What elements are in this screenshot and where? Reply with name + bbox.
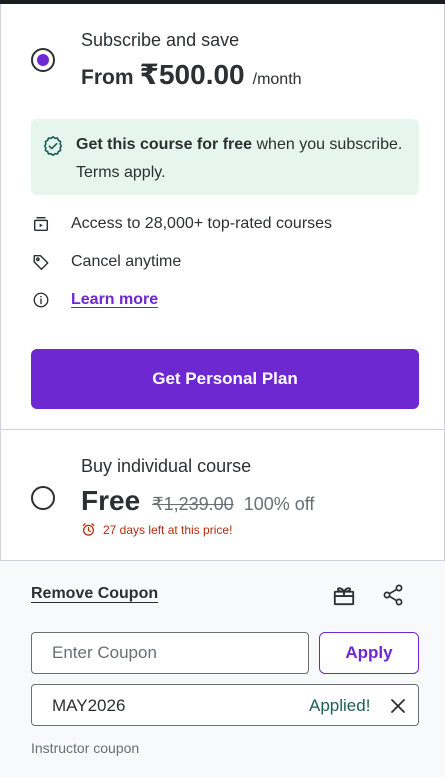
subscription-radio[interactable] bbox=[31, 48, 55, 72]
individual-course-radio[interactable] bbox=[31, 486, 55, 510]
coupon-note: Instructor coupon bbox=[31, 740, 140, 756]
applied-coupon-code: MAY2026 bbox=[52, 696, 126, 715]
free-banner-bold: Get this course for free bbox=[76, 136, 253, 153]
subscription-price: From ₹500.00 /month bbox=[81, 58, 302, 91]
individual-label: Buy individual course bbox=[81, 456, 252, 476]
applied-status: Applied! bbox=[309, 696, 371, 715]
coupon-input[interactable] bbox=[31, 632, 309, 674]
remove-coupon-link[interactable]: Remove Coupon bbox=[31, 585, 158, 603]
gift-icon[interactable] bbox=[330, 581, 358, 609]
feature-learn-more: Learn more bbox=[31, 288, 158, 312]
subscription-label: Subscribe and save bbox=[81, 30, 240, 50]
top-border bbox=[0, 0, 445, 4]
courses-icon bbox=[31, 214, 51, 234]
individual-price: Free ₹1,239.00 100% off bbox=[81, 485, 314, 517]
badge-check-icon bbox=[42, 135, 64, 157]
close-icon[interactable] bbox=[387, 695, 409, 717]
feature-label: Access to 28,000+ top-rated courses bbox=[71, 215, 333, 232]
learn-more-link[interactable]: Learn more bbox=[71, 291, 158, 309]
feature-courses: Access to 28,000+ top-rated courses bbox=[31, 212, 332, 236]
price-timer: 27 days left at this price! bbox=[81, 522, 232, 538]
free-banner-text: Get this course for free when you subscr… bbox=[76, 131, 406, 187]
timer-text: 27 days left at this price! bbox=[103, 523, 233, 537]
feature-cancel: Cancel anytime bbox=[31, 250, 181, 274]
share-icon[interactable] bbox=[379, 581, 407, 609]
get-personal-plan-button[interactable]: Get Personal Plan bbox=[31, 349, 419, 409]
free-price: Free bbox=[81, 485, 141, 516]
info-icon bbox=[31, 290, 51, 310]
price-amount: ₹500.00 bbox=[139, 59, 245, 90]
price-prefix: From bbox=[81, 66, 134, 89]
coupon-section: Remove Coupon Apply MAY2026 Applied! Ins… bbox=[0, 560, 445, 777]
feature-label: Cancel anytime bbox=[71, 253, 182, 270]
apply-coupon-button[interactable]: Apply bbox=[319, 632, 419, 674]
discount-label: 100% off bbox=[243, 494, 315, 514]
price-period: /month bbox=[252, 71, 302, 88]
applied-coupon: MAY2026 Applied! bbox=[31, 684, 419, 726]
tag-icon bbox=[31, 252, 51, 272]
section-divider bbox=[0, 429, 445, 430]
original-price: ₹1,239.00 bbox=[152, 494, 234, 514]
free-course-banner: Get this course for free when you subscr… bbox=[31, 119, 419, 195]
alarm-clock-icon bbox=[81, 522, 97, 538]
